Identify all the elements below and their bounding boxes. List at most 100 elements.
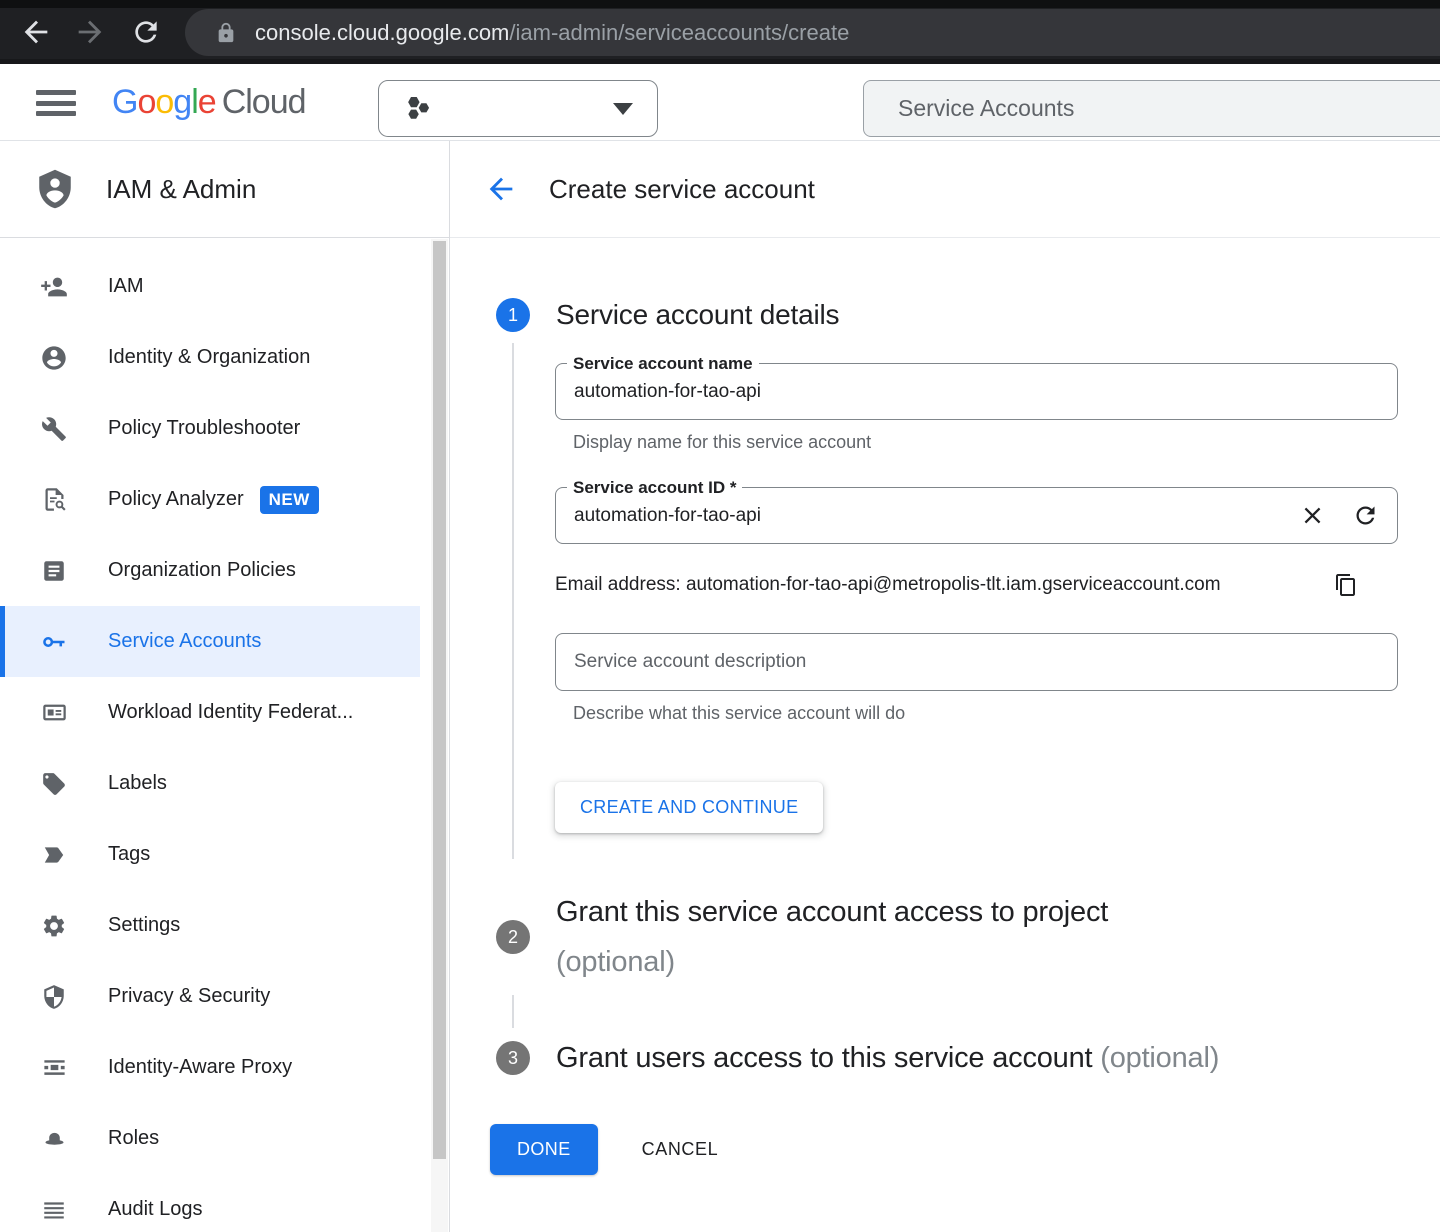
sidebar-item-privacy-security[interactable]: Privacy & Security — [0, 961, 449, 1032]
done-button[interactable]: DONE — [490, 1124, 598, 1175]
clear-icon[interactable] — [1299, 502, 1326, 529]
step-3-optional: (optional) — [1100, 1042, 1219, 1074]
email-address-text: Email address: automation-for-tao-api@me… — [555, 574, 1221, 596]
hamburger-menu-icon[interactable] — [36, 90, 76, 116]
description-placeholder: Service account description — [574, 651, 806, 673]
step-1: 1 Service account details Service accoun… — [450, 298, 1440, 859]
sidebar-item-label: Audit Logs — [108, 1198, 203, 1221]
step-3: 3 Grant users access to this service acc… — [450, 1036, 1440, 1080]
step-1-title: Service account details — [556, 298, 1398, 332]
step-connector — [512, 343, 514, 859]
sidebar-scrollbar-thumb[interactable] — [433, 241, 446, 1159]
google-cloud-logo[interactable]: GoogleCloud — [112, 83, 306, 122]
service-account-description-field[interactable]: Service account description — [555, 633, 1398, 691]
page-header: Create service account — [450, 141, 1440, 238]
sidebar-item-label: Policy Troubleshooter — [108, 417, 300, 440]
service-account-name-label: Service account name — [567, 354, 759, 374]
article-icon — [40, 557, 68, 585]
sidebar-item-identity-aware-proxy[interactable]: Identity-Aware Proxy — [0, 1032, 449, 1103]
gear-icon — [40, 912, 68, 940]
chevron-down-icon — [613, 103, 633, 115]
app-header: GoogleCloud Service Accounts — [0, 64, 1440, 141]
name-helper-text: Display name for this service account — [573, 432, 1398, 453]
sidebar-nav: IAM Identity & Organization Policy Troub… — [0, 238, 449, 1231]
service-account-id-field[interactable]: Service account ID * automation-for-tao-… — [555, 487, 1398, 544]
sidebar-item-workload-identity-federation[interactable]: Workload Identity Federat... — [0, 677, 449, 748]
list-icon — [40, 1196, 68, 1224]
label-icon — [40, 770, 68, 798]
lock-icon — [215, 22, 237, 44]
policy-analyzer-icon — [40, 486, 68, 514]
browser-toolbar: console.cloud.google.com/iam-admin/servi… — [0, 0, 1440, 64]
service-account-id-value: automation-for-tao-api — [574, 505, 761, 527]
cancel-button[interactable]: CANCEL — [642, 1139, 719, 1160]
sidebar-item-label: Tags — [108, 843, 150, 866]
shield-half-icon — [40, 983, 68, 1011]
refresh-icon[interactable] — [1352, 502, 1379, 529]
sidebar-title: IAM & Admin — [106, 174, 256, 205]
account-circle-icon — [40, 344, 68, 372]
id-card-icon — [40, 699, 68, 727]
sidebar-item-policy-analyzer[interactable]: Policy Analyzer NEW — [0, 464, 449, 535]
service-account-id-label: Service account ID * — [567, 478, 742, 498]
create-and-continue-button[interactable]: CREATE AND CONTINUE — [555, 782, 823, 833]
step-1-number: 1 — [496, 298, 530, 332]
step-2-title: Grant this service account access to pro… — [556, 887, 1398, 937]
key-icon — [40, 628, 68, 656]
project-selector[interactable] — [378, 80, 658, 137]
screen: console.cloud.google.com/iam-admin/servi… — [0, 0, 1440, 1232]
sidebar-item-label: IAM — [108, 275, 144, 298]
step-3-title: Grant users access to this service accou… — [556, 1042, 1092, 1074]
sidebar-item-iam[interactable]: IAM — [0, 251, 449, 322]
step-3-number: 3 — [496, 1041, 530, 1075]
step-connector — [512, 995, 514, 1028]
new-badge: NEW — [260, 486, 319, 514]
sidebar-item-label: Policy Analyzer — [108, 488, 244, 511]
sidebar-item-organization-policies[interactable]: Organization Policies — [0, 535, 449, 606]
back-arrow-icon[interactable] — [483, 171, 519, 207]
step-2-optional: (optional) — [556, 937, 1398, 987]
sidebar-item-label: Settings — [108, 914, 180, 937]
description-helper-text: Describe what this service account will … — [573, 703, 1398, 724]
sidebar-item-labels[interactable]: Labels — [0, 748, 449, 819]
service-account-name-value: automation-for-tao-api — [574, 381, 761, 403]
sidebar-item-identity-organization[interactable]: Identity & Organization — [0, 322, 449, 393]
email-row: Email address: automation-for-tao-api@me… — [555, 573, 1398, 597]
sidebar-item-label: Identity & Organization — [108, 346, 310, 369]
iam-shield-icon — [34, 166, 76, 212]
page-title: Create service account — [549, 174, 815, 205]
service-account-name-field[interactable]: Service account name automation-for-tao-… — [555, 363, 1398, 420]
sidebar-item-label: Privacy & Security — [108, 985, 270, 1008]
sidebar-item-label: Service Accounts — [108, 630, 261, 653]
person-add-icon — [40, 273, 68, 301]
wrench-icon — [40, 415, 68, 443]
reload-icon[interactable] — [128, 14, 164, 50]
proxy-icon — [40, 1054, 68, 1082]
hat-icon — [40, 1125, 68, 1153]
main-pane: Create service account 1 Service account… — [450, 141, 1440, 1232]
sidebar-item-label: Workload Identity Federat... — [108, 701, 353, 724]
sidebar-item-label: Organization Policies — [108, 559, 296, 582]
copy-icon[interactable] — [1334, 573, 1358, 597]
sidebar-item-label: Identity-Aware Proxy — [108, 1056, 292, 1079]
search-input[interactable]: Service Accounts — [863, 80, 1440, 137]
hexagons-icon — [403, 93, 435, 125]
sidebar-scrollbar[interactable] — [431, 239, 448, 1232]
tag-icon — [40, 841, 68, 869]
sidebar-item-tags[interactable]: Tags — [0, 819, 449, 890]
step-2-number: 2 — [496, 920, 530, 954]
url-text: console.cloud.google.com/iam-admin/servi… — [255, 20, 849, 46]
forward-arrow-icon[interactable] — [72, 14, 108, 50]
back-arrow-icon[interactable] — [18, 14, 54, 50]
sidebar-item-policy-troubleshooter[interactable]: Policy Troubleshooter — [0, 393, 449, 464]
sidebar: IAM & Admin IAM Identity & Organization … — [0, 141, 450, 1232]
sidebar-item-service-accounts[interactable]: Service Accounts — [0, 606, 420, 677]
sidebar-item-audit-logs[interactable]: Audit Logs — [0, 1174, 449, 1231]
sidebar-header: IAM & Admin — [0, 141, 449, 238]
form-actions: DONE CANCEL — [490, 1124, 1440, 1175]
sidebar-item-roles[interactable]: Roles — [0, 1103, 449, 1174]
sidebar-item-settings[interactable]: Settings — [0, 890, 449, 961]
address-bar[interactable]: console.cloud.google.com/iam-admin/servi… — [185, 9, 1440, 56]
step-2: 2 Grant this service account access to p… — [450, 887, 1440, 987]
sidebar-item-label: Labels — [108, 772, 167, 795]
